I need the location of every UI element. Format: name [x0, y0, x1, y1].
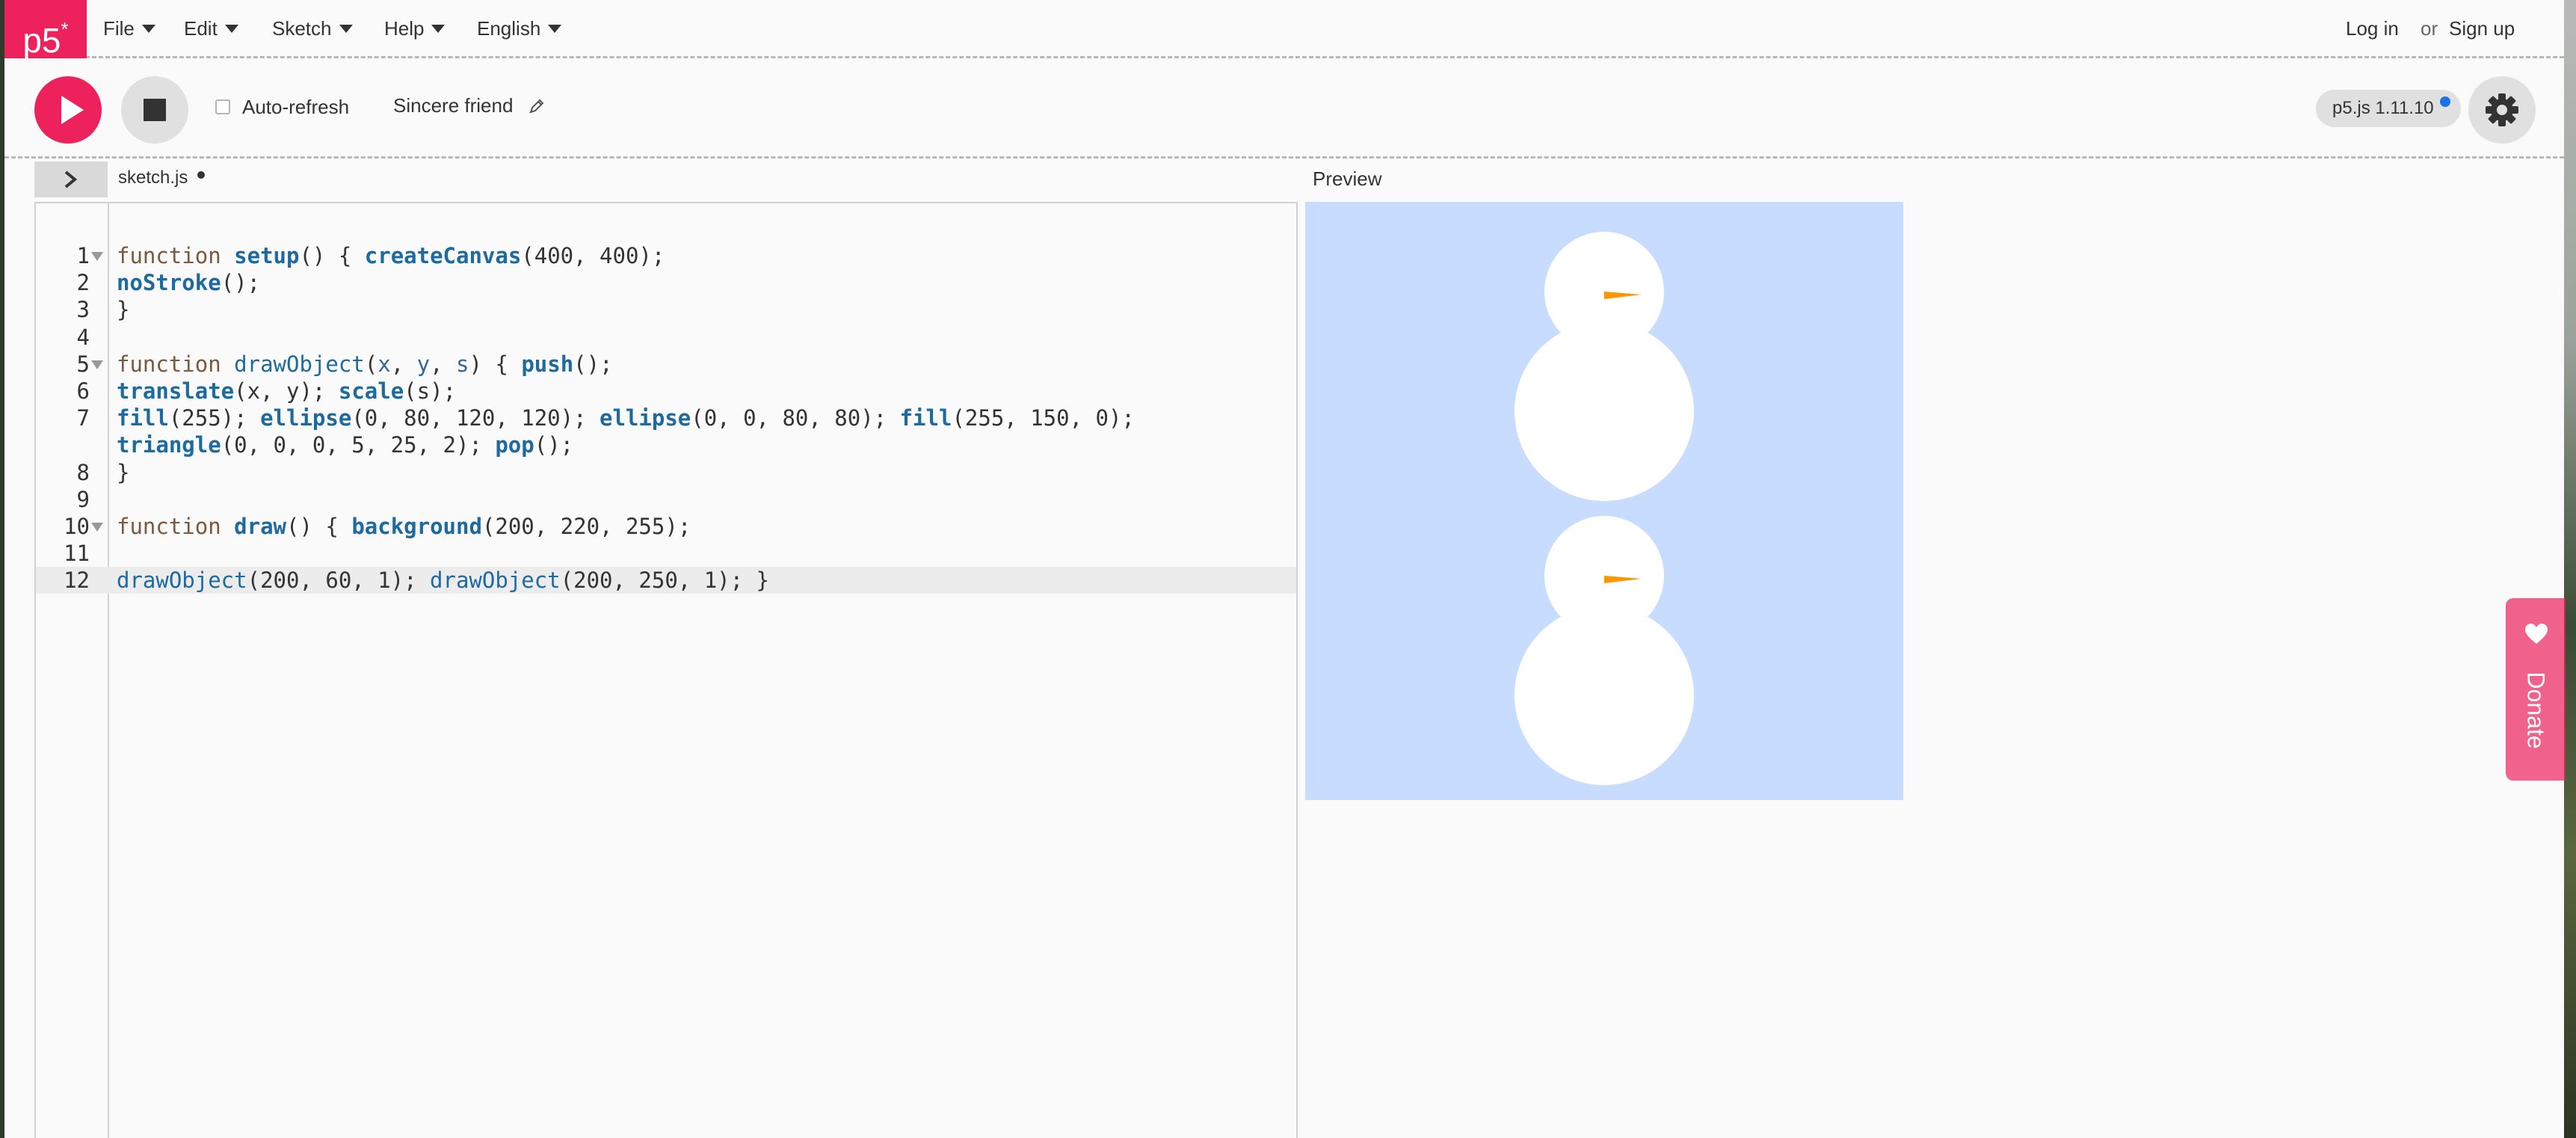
play-button[interactable]: [34, 76, 102, 144]
code-text: drawObject(200, 60, 1); drawObject(200, …: [117, 568, 770, 594]
code-text: translate(x, y); scale(s);: [117, 378, 457, 404]
code-line[interactable]: 5 function drawObject(x, y, s) { push();: [36, 351, 1296, 378]
stop-icon: [144, 99, 166, 121]
update-dot: [2439, 96, 2450, 107]
pencil-icon[interactable]: [528, 97, 546, 115]
line-number: 7: [76, 405, 90, 431]
menu-help-label: Help: [384, 17, 425, 40]
line-number: 2: [76, 270, 90, 296]
line-number: 9: [76, 486, 90, 512]
toolbar: Auto-refresh Sincere friend p5.js 1.11.1…: [4, 58, 2564, 159]
menu-file[interactable]: File: [103, 0, 155, 58]
chevron-down-icon: [548, 25, 562, 33]
preview-canvas[interactable]: [1305, 202, 1903, 800]
code-text: function setup() { createCanvas(400, 400…: [117, 243, 665, 268]
line-number: 11: [64, 541, 90, 567]
menu-sketch-label: Sketch: [272, 17, 332, 40]
preview-label: Preview: [1313, 167, 1382, 190]
code-line[interactable]: 6 translate(x, y); scale(s);: [36, 378, 1296, 405]
fold-arrow-icon[interactable]: [91, 252, 103, 261]
heart-icon: [2525, 624, 2548, 644]
menu-edit[interactable]: Edit: [184, 0, 238, 58]
code-editor[interactable]: 1 function setup() { createCanvas(400, 40…: [34, 202, 1298, 1138]
code-line[interactable]: 8}: [36, 459, 1296, 486]
chevron-down-icon: [339, 25, 353, 33]
line-number: 3: [76, 297, 90, 323]
menu-sketch[interactable]: Sketch: [272, 0, 353, 58]
chevron-down-icon: [431, 25, 446, 33]
top-nav: p5* File Edit Sketch Help English Log in…: [4, 0, 2564, 60]
chevron-right-icon: [64, 170, 78, 188]
code-line[interactable]: triangle(0, 0, 0, 5, 25, 2); pop();: [36, 431, 1296, 458]
menu-help[interactable]: Help: [384, 0, 446, 58]
donate-button[interactable]: Donate: [2506, 598, 2566, 781]
p5-logo[interactable]: p5*: [4, 0, 87, 60]
code-text: }: [117, 459, 130, 485]
fold-arrow-icon[interactable]: [91, 360, 103, 369]
line-number: 5: [76, 351, 90, 377]
line-number: 8: [76, 459, 90, 485]
menu-language[interactable]: English: [477, 0, 562, 58]
code-text: noStroke();: [117, 270, 261, 296]
line-number: 1: [76, 243, 90, 268]
code-line[interactable]: 9: [36, 486, 1296, 513]
code-text: fill(255); ellipse(0, 80, 120, 120); ell…: [117, 405, 1135, 431]
line-number: 6: [76, 378, 90, 404]
signup-link[interactable]: Sign up: [2449, 0, 2515, 58]
version-badge[interactable]: p5.js 1.11.10: [2316, 90, 2461, 127]
auto-refresh-label: Auto-refresh: [242, 96, 350, 118]
code-line[interactable]: 11: [36, 540, 1296, 567]
login-link[interactable]: Log in: [2346, 0, 2399, 58]
menu-file-label: File: [103, 17, 135, 40]
menu-edit-label: Edit: [184, 17, 218, 40]
code-text: }: [117, 297, 130, 323]
code-line[interactable]: 7 fill(255); ellipse(0, 80, 120, 120); el…: [36, 405, 1296, 431]
chevron-down-icon: [224, 25, 238, 33]
desktop-edge: [0, 0, 4, 1138]
menu-language-label: English: [477, 17, 541, 40]
stop-button[interactable]: [121, 76, 188, 144]
code-line[interactable]: 10 function draw() { background(200, 220,…: [36, 513, 1296, 540]
code-line[interactable]: 2 noStroke();: [36, 269, 1296, 296]
play-icon: [61, 96, 84, 124]
version-label: p5.js 1.11.10: [2332, 98, 2434, 118]
file-tab-sketch-js[interactable]: sketch.js: [118, 167, 188, 188]
line-number: 12: [64, 568, 90, 594]
line-number: 4: [76, 324, 90, 350]
code-line[interactable]: 3}: [36, 296, 1296, 323]
desktop-background-strip: [2564, 0, 2576, 1138]
logo-asterisk: *: [61, 18, 69, 40]
sidebar-toggle-button[interactable]: [34, 162, 108, 197]
code-text: function draw() { background(200, 220, 2…: [117, 514, 691, 539]
code-text: triangle(0, 0, 0, 5, 25, 2); pop();: [117, 432, 574, 458]
settings-button[interactable]: [2468, 76, 2536, 144]
line-number: 10: [64, 514, 90, 539]
sketch-name[interactable]: Sincere friend: [393, 94, 513, 117]
auto-refresh-checkbox[interactable]: [215, 99, 230, 114]
unsaved-indicator: [197, 171, 205, 179]
code-line[interactable]: 4: [36, 324, 1296, 351]
code-line[interactable]: 1 function setup() { createCanvas(400, 40…: [36, 242, 1296, 269]
gear-icon: [2486, 93, 2518, 126]
code-line[interactable]: 12 drawObject(200, 60, 1); drawObject(200…: [36, 567, 1296, 594]
donate-label: Donate: [2522, 671, 2550, 749]
fold-arrow-icon[interactable]: [91, 523, 103, 532]
logo-text: p5: [22, 21, 61, 60]
auth-or-text: or: [2421, 17, 2438, 40]
chevron-down-icon: [141, 25, 155, 33]
code-text: function drawObject(x, y, s) { push();: [117, 351, 613, 377]
